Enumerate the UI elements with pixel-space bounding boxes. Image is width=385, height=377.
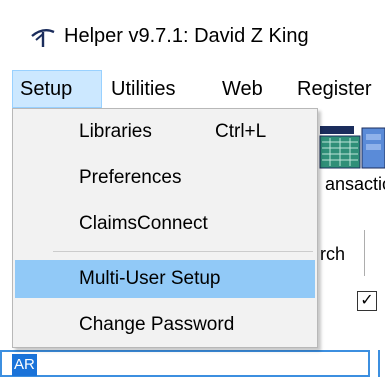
app-window: Helper v9.7.1: David Z King Setup Utilit… [0, 0, 385, 377]
transactions-toolbar-icon[interactable] [318, 124, 385, 170]
search-field-value: AR [12, 354, 37, 376]
secondary-field[interactable] [378, 350, 385, 377]
transactions-toolbar-label: ansactio [325, 174, 385, 194]
menu-web[interactable]: Web [215, 70, 270, 108]
menu-register[interactable]: Register [290, 70, 378, 108]
menu-item-label: ClaimsConnect [79, 213, 208, 234]
menu-item-claimsconnect[interactable]: ClaimsConnect [15, 205, 315, 243]
setup-dropdown-menu: Libraries Ctrl+L Preferences ClaimsConne… [12, 108, 318, 348]
menu-utilities[interactable]: Utilities [104, 70, 182, 108]
menu-item-libraries[interactable]: Libraries Ctrl+L [15, 113, 315, 151]
search-field[interactable]: AR [0, 350, 370, 377]
menu-item-label: Multi-User Setup [79, 268, 221, 289]
menu-separator [53, 251, 313, 252]
title-bar: Helper v9.7.1: David Z King [0, 0, 385, 70]
checkbox[interactable]: ✓ [357, 291, 377, 311]
menu-item-shortcut: Ctrl+L [215, 121, 267, 142]
window-title: Helper v9.7.1: David Z King [64, 25, 309, 47]
menu-item-label: Preferences [79, 167, 182, 188]
tab-divider [364, 230, 365, 276]
menu-item-multi-user-setup[interactable]: Multi-User Setup [15, 260, 315, 298]
menu-item-preferences[interactable]: Preferences [15, 159, 315, 197]
search-tab-label[interactable]: rch [320, 242, 345, 266]
menu-item-label: Change Password [79, 314, 235, 335]
helper-app-icon [31, 29, 55, 47]
menu-setup[interactable]: Setup [12, 70, 102, 108]
menu-item-label: Libraries [79, 121, 152, 142]
menu-item-change-password[interactable]: Change Password [15, 306, 315, 344]
menu-bar: Setup Utilities Web Register [0, 70, 385, 108]
